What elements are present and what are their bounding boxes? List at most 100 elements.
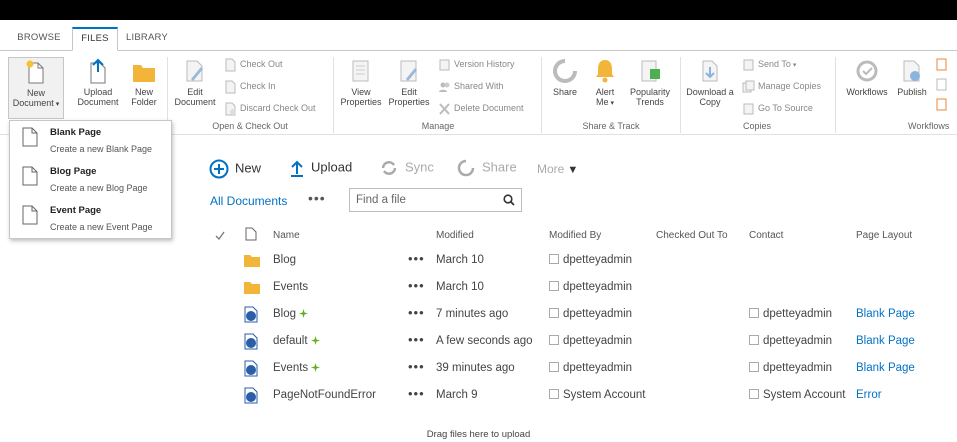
new-document-button[interactable]: New Document ▾ [8,57,64,119]
share-command[interactable]: Share [456,159,517,177]
modified-date: A few seconds ago [436,335,533,347]
contact-name[interactable]: dpetteyadmin [763,335,832,347]
modified-by-name[interactable]: dpetteyadmin [563,254,632,266]
contact-name[interactable]: dpetteyadmin [763,362,832,374]
item-ellipsis[interactable]: ••• [408,359,425,374]
discard-check-out-button[interactable]: Discard Check Out [224,100,316,118]
file-name[interactable]: Blog [273,254,296,266]
modified-by-name[interactable]: dpetteyadmin [563,362,632,374]
view-properties-button[interactable]: View Properties [338,57,384,107]
share-track-group-label: Share & Track [582,121,640,131]
plus-circle-icon [209,159,229,179]
search-icon[interactable] [503,194,515,206]
check-out-button[interactable]: Check Out [224,56,283,74]
edit-document-button[interactable]: Edit Document [172,57,218,107]
modified-by-name[interactable]: dpetteyadmin [563,335,632,347]
view-properties-icon [352,60,369,82]
tab-files[interactable]: FILES [72,27,118,51]
table-row[interactable]: Blog ••• 7 minutes ago dpetteyadmin dpet… [0,302,957,329]
more-command[interactable]: More ▼ [537,162,578,176]
file-name[interactable]: default [273,335,308,347]
file-name[interactable]: Events [273,362,308,374]
file-name[interactable]: Blog [273,308,296,320]
table-row[interactable]: Events ••• 39 minutes ago dpetteyadmin d… [0,356,957,383]
new-item-icon [299,309,309,318]
file-name[interactable]: PageNotFoundError [273,389,376,401]
alert-me-button[interactable]: Alert Me ▾ [588,57,622,109]
copies-group-label: Copies [742,121,771,131]
page-layout-link[interactable]: Blank Page [856,308,915,320]
column-header-checked-out-to[interactable]: Checked Out To [656,230,728,241]
go-to-source-button[interactable]: Go To Source [742,100,813,118]
search-input[interactable] [356,192,496,208]
page-layout-link[interactable]: Error [856,389,882,401]
contact-name[interactable]: dpetteyadmin [763,308,832,320]
new-item-icon [311,363,321,372]
shared-with-button[interactable]: Shared With [438,78,504,96]
presence-indicator [749,389,759,399]
check-in-button[interactable]: Check In [224,78,276,96]
edit-document-label-1: Edit [187,87,203,97]
workflows-group-label: Workflows [908,121,950,131]
folder-icon [244,282,260,294]
tab-browse[interactable]: BROWSE [13,27,65,51]
publish-button[interactable]: Publish [895,57,929,97]
upload-document-button[interactable]: Upload Document [72,57,124,107]
popularity-trends-label-1: Popularity [629,87,671,97]
modified-by: System Account [549,389,645,401]
popularity-trends-button[interactable]: Popularity Trends [624,57,676,107]
page-layout-link[interactable]: Blank Page [856,362,915,374]
tab-library[interactable]: LIBRARY [121,27,173,51]
table-row[interactable]: Blog ••• March 10 dpetteyadmin [0,248,957,275]
column-header-page-layout[interactable]: Page Layout [856,230,912,241]
download-copy-button[interactable]: Download a Copy [684,57,736,107]
view-all-documents[interactable]: All Documents [210,194,287,208]
sync-command[interactable]: Sync [379,159,434,177]
modified-by-name[interactable]: System Account [563,389,645,401]
column-header-name[interactable]: Name [273,230,300,241]
column-header-contact[interactable]: Contact [749,230,783,241]
modified-by-name[interactable]: dpetteyadmin [563,281,632,293]
menu-item-blog-page[interactable]: Blog Page Create a new Blog Page [10,162,171,200]
workflows-button[interactable]: Workflows [840,57,894,97]
item-ellipsis[interactable]: ••• [408,305,425,320]
item-ellipsis[interactable]: ••• [408,386,425,401]
table-row[interactable]: default ••• A few seconds ago dpetteyadm… [0,329,957,356]
delete-document-label: Delete Document [454,103,524,113]
web-page-icon [244,306,258,323]
item-ellipsis[interactable]: ••• [408,278,425,293]
delete-document-button[interactable]: Delete Document [438,100,524,118]
share-icon [553,59,577,83]
contact: dpetteyadmin [749,308,832,320]
modified-date: 7 minutes ago [436,308,509,320]
edit-properties-button[interactable]: Edit Properties [386,57,432,107]
new-document-icon [26,60,44,84]
modified-by-name[interactable]: dpetteyadmin [563,308,632,320]
view-options-ellipsis[interactable]: ••• [308,190,326,206]
share-button[interactable]: Share [546,57,584,97]
select-all-check-icon[interactable] [215,231,225,240]
contact-name[interactable]: System Account [763,389,845,401]
item-ellipsis[interactable]: ••• [408,332,425,347]
column-header-modified[interactable]: Modified [436,230,474,241]
chevron-down-icon: ▾ [53,101,60,108]
menu-item-event-page[interactable]: Event Page Create a new Event Page [10,201,171,239]
presence-indicator [549,389,559,399]
send-to-button[interactable]: Send To ▾ [742,56,796,74]
modified-by: dpetteyadmin [549,254,632,266]
new-command[interactable]: New [209,159,261,179]
upload-command[interactable]: Upload [289,159,352,177]
page-icon [22,205,38,225]
table-row[interactable]: PageNotFoundError ••• March 9 System Acc… [0,383,957,410]
page-layout-link[interactable]: Blank Page [856,335,915,347]
new-folder-button[interactable]: New Folder [126,57,162,107]
menu-item-blank-page[interactable]: Blank Page Create a new Blank Page [10,123,171,161]
contact: System Account [749,389,845,401]
item-ellipsis[interactable]: ••• [408,251,425,266]
file-name[interactable]: Events [273,281,308,293]
table-row[interactable]: Events ••• March 10 dpetteyadmin [0,275,957,302]
version-history-button[interactable]: Version History [438,56,515,74]
manage-copies-button[interactable]: Manage Copies [742,78,821,96]
column-header-modified-by[interactable]: Modified By [549,230,601,241]
discard-check-out-label: Discard Check Out [240,103,316,113]
